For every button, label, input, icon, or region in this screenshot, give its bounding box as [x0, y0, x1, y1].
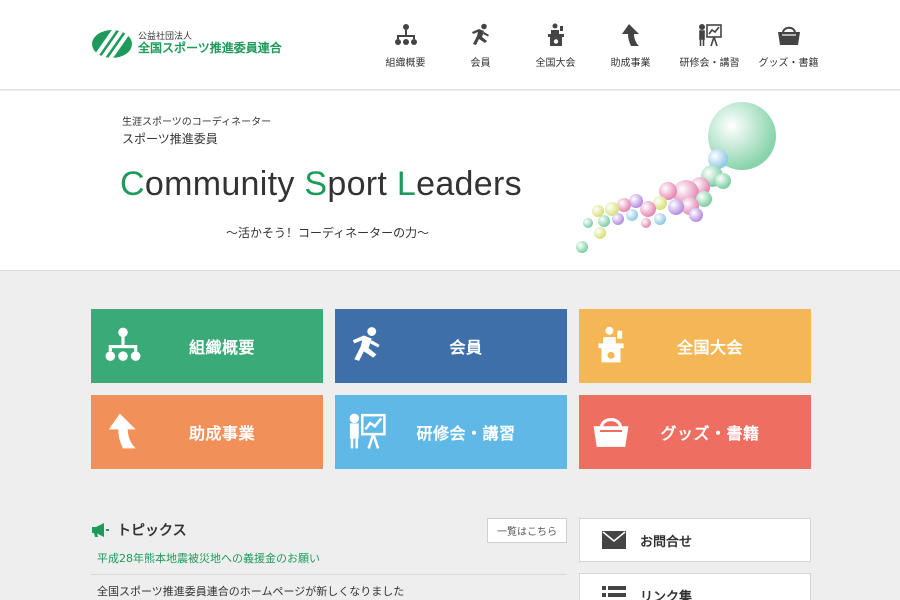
links-label: リンク集: [640, 589, 693, 600]
links-button[interactable]: リンク集: [579, 573, 811, 600]
hero-tagline: 〜活かそう！コーディネーターの力〜: [226, 226, 430, 240]
hero-title-part: C: [120, 165, 145, 203]
topic-item[interactable]: 全国スポーツ推進委員連合のホームページが新しくなりました: [91, 575, 567, 600]
hero-eyebrow: 生涯スポーツのコーディネーター: [122, 117, 272, 128]
tile-label: 組織概要: [188, 338, 255, 357]
nav-label: 組織概要: [385, 58, 426, 69]
global-nav: 組織概要 会員 全国大会 助成事業 研修会・講習 グッズ・書籍: [368, 22, 826, 69]
podium-speaker-icon: [591, 325, 631, 365]
up-arrow-icon: [618, 22, 644, 48]
topics-view-all-button[interactable]: 一覧はこちら: [487, 517, 567, 543]
nav-item-national-convention[interactable]: 全国大会: [518, 22, 593, 69]
hero-title: Community Sport Leaders: [120, 165, 522, 204]
presentation-icon: [697, 22, 723, 48]
nav-item-grants[interactable]: 助成事業: [593, 22, 668, 69]
site-logo[interactable]: 公益社団法人 全国スポーツ推進委員連合: [92, 30, 282, 58]
hero-title-part: L: [396, 165, 417, 203]
tile-label: 全国大会: [676, 338, 743, 357]
basket-icon: [591, 411, 631, 451]
nav-label: グッズ・書籍: [758, 58, 819, 69]
nav-label: 会員: [470, 58, 491, 69]
org-chart-icon: [393, 22, 419, 48]
category-tiles: 組織概要 会員 全国大会 助成事業 研修会・講習 グッズ・書籍: [91, 309, 811, 469]
list-icon: [602, 586, 626, 597]
up-arrow-icon: [103, 411, 143, 451]
topics-header: トピックス 一覧はこちら: [91, 517, 567, 543]
nav-label: 全国大会: [535, 58, 576, 69]
tile-label: 研修会・講習: [416, 424, 516, 443]
tile-label: 会員: [449, 338, 483, 357]
basket-icon: [776, 22, 802, 48]
topics-section: トピックス 一覧はこちら 平成28年熊本地震被災地への義援金のお願い 全国スポー…: [91, 517, 567, 600]
tile-grants[interactable]: 助成事業: [91, 395, 323, 469]
hero-subtitle: スポーツ推進委員: [122, 132, 218, 146]
logo-title: 全国スポーツ推進委員連合: [138, 41, 282, 56]
envelope-icon: [602, 531, 626, 549]
tile-members[interactable]: 会員: [335, 309, 567, 383]
podium-speaker-icon: [543, 22, 569, 48]
hero-banner: 生涯スポーツのコーディネーター スポーツ推進委員 Community Sport…: [0, 91, 900, 271]
tile-goods-books[interactable]: グッズ・書籍: [579, 395, 811, 469]
hero-title-part: ommunity: [144, 165, 305, 203]
runner-icon: [468, 22, 494, 48]
logo-mark-icon: [92, 30, 132, 58]
presentation-icon: [347, 411, 387, 451]
tile-organization[interactable]: 組織概要: [91, 309, 323, 383]
contact-button[interactable]: お問合せ: [579, 518, 811, 562]
topics-title: トピックス: [117, 523, 187, 539]
nav-item-goods-books[interactable]: グッズ・書籍: [751, 22, 826, 69]
megaphone-icon: [92, 523, 109, 537]
contact-label: お問合せ: [640, 534, 693, 550]
hero-title-part: S: [304, 165, 328, 203]
tile-label: グッズ・書籍: [660, 424, 760, 443]
tile-training[interactable]: 研修会・講習: [335, 395, 567, 469]
org-chart-icon: [103, 325, 143, 365]
site-header: 公益社団法人 全国スポーツ推進委員連合 組織概要 会員 全国大会 助成事業 研修…: [0, 0, 900, 90]
hero-title-part: port: [327, 165, 397, 203]
topic-item[interactable]: 平成28年熊本地震被災地への義援金のお願い: [91, 542, 567, 575]
side-links: お問合せ リンク集: [579, 518, 811, 600]
nav-item-organization[interactable]: 組織概要: [368, 22, 443, 69]
tile-label: 助成事業: [188, 424, 255, 443]
runner-icon: [347, 325, 387, 365]
nav-item-members[interactable]: 会員: [443, 22, 518, 69]
hero-title-part: eaders: [416, 165, 522, 203]
nav-item-training[interactable]: 研修会・講習: [668, 22, 751, 69]
nav-label: 研修会・講習: [679, 58, 740, 69]
tile-national-convention[interactable]: 全国大会: [579, 309, 811, 383]
japan-bubbles-illustration: [576, 102, 776, 253]
nav-label: 助成事業: [610, 58, 651, 69]
